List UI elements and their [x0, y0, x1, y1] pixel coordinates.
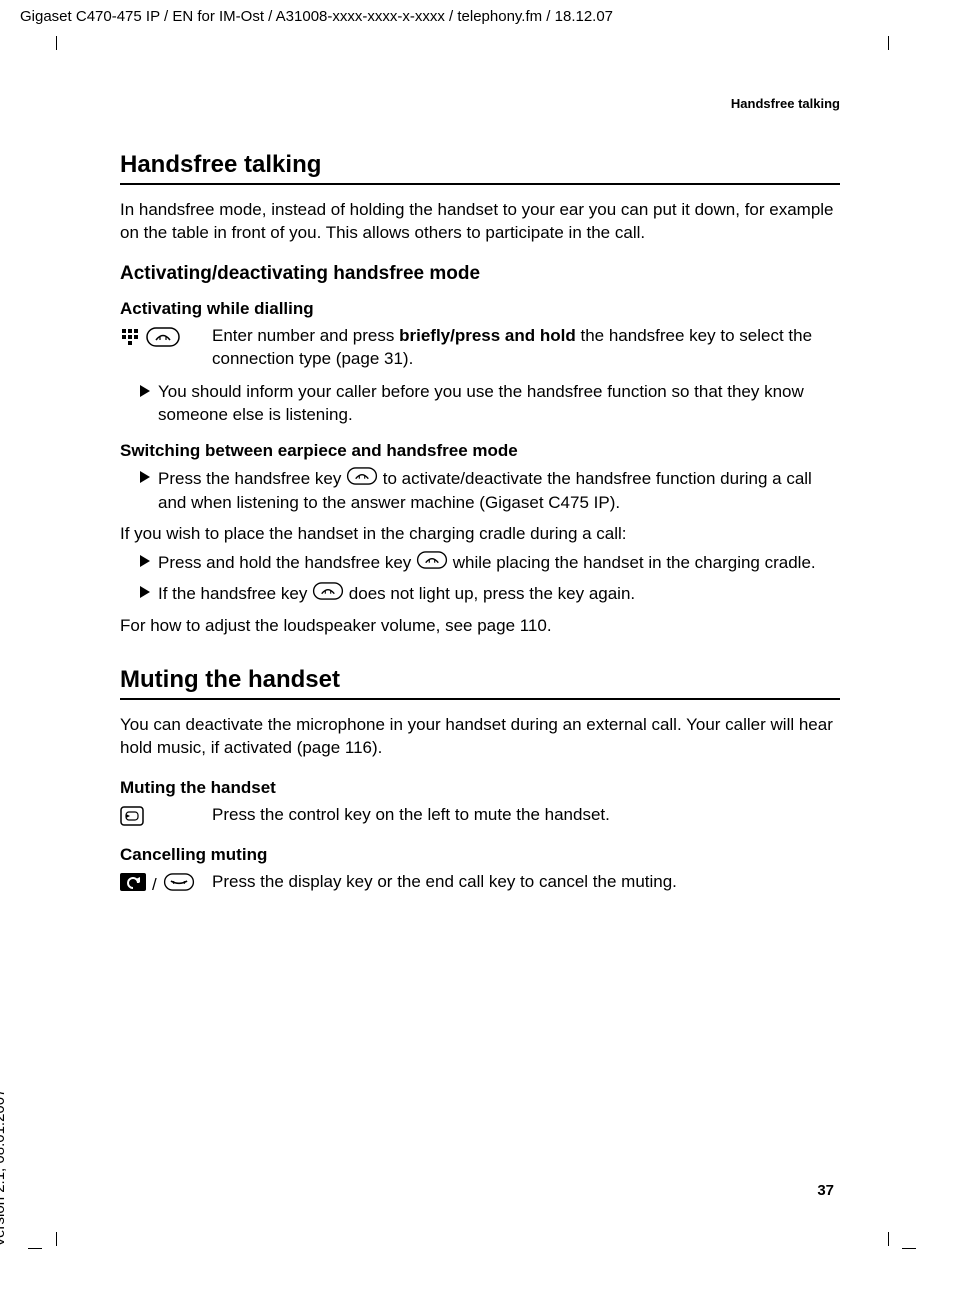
bullet-text-before: Press and hold the handsfree key [158, 553, 416, 572]
triangle-bullet-icon [140, 467, 158, 483]
intro-paragraph: In handsfree mode, instead of holding th… [120, 199, 840, 245]
crop-mark [902, 1248, 916, 1249]
handsfree-key-icon [146, 327, 180, 352]
handsfree-key-icon [346, 467, 378, 492]
step-text-bold: briefly/press and hold [399, 326, 576, 345]
crop-mark [888, 36, 889, 50]
crop-mark [56, 36, 57, 50]
heading-handsfree: Handsfree talking [120, 151, 840, 185]
triangle-bullet-icon [140, 582, 158, 598]
bullet-text: If the handsfree key does not light up, … [158, 582, 840, 607]
undo-display-key-icon [120, 873, 146, 896]
slash-separator: / [152, 875, 157, 895]
heading-muting: Muting the handset [120, 666, 840, 700]
step-cancel: / Press the display key or the end call … [120, 871, 840, 896]
handsfree-key-icon [312, 582, 344, 607]
para-volume: For how to adjust the loudspeaker volume… [120, 615, 840, 638]
bullet-inform: You should inform your caller before you… [120, 381, 840, 427]
crop-mark [56, 1232, 57, 1246]
page-number: 37 [817, 1182, 834, 1199]
bullet-text-before: Press the handsfree key [158, 469, 346, 488]
step-text-prefix: Enter number and press [212, 326, 399, 345]
heading-mute-handset: Muting the handset [120, 778, 840, 798]
version-label: Version 2.1, 08.01.2007 [0, 1089, 8, 1247]
keypad-icon [120, 327, 140, 352]
step-text: Enter number and press briefly/press and… [212, 325, 840, 371]
crop-mark [28, 1248, 42, 1249]
bullet-text-after: does not light up, press the key again. [349, 584, 635, 603]
running-head: Handsfree talking [120, 96, 840, 111]
handsfree-key-icon [416, 551, 448, 576]
bullet-light: If the handsfree key does not light up, … [120, 582, 840, 607]
triangle-bullet-icon [140, 381, 158, 397]
step-text: Press the display key or the end call ke… [212, 871, 840, 894]
bullet-text-before: If the handsfree key [158, 584, 312, 603]
end-call-key-icon [163, 873, 195, 896]
intro-muting: You can deactivate the microphone in you… [120, 714, 840, 760]
bullet-hold: Press and hold the handsfree key while p… [120, 551, 840, 576]
heading-activating: Activating/deactivating handsfree mode [120, 263, 840, 285]
bullet-text: Press and hold the handsfree key while p… [158, 551, 840, 576]
triangle-bullet-icon [140, 551, 158, 567]
heading-switching: Switching between earpiece and handsfree… [120, 441, 840, 461]
heading-activating-dialling: Activating while dialling [120, 299, 840, 319]
para-cradle: If you wish to place the handset in the … [120, 523, 840, 546]
step-enter-number: Enter number and press briefly/press and… [120, 325, 840, 371]
step-mute: Press the control key on the left to mut… [120, 804, 840, 831]
bullet-text: You should inform your caller before you… [158, 381, 840, 427]
header-path: Gigaset C470-475 IP / EN for IM-Ost / A3… [20, 8, 613, 25]
bullet-text: Press the handsfree key to activate/deac… [158, 467, 840, 515]
heading-cancel-muting: Cancelling muting [120, 845, 840, 865]
control-left-key-icon [120, 806, 144, 831]
bullet-switch: Press the handsfree key to activate/deac… [120, 467, 840, 515]
step-text: Press the control key on the left to mut… [212, 804, 840, 827]
bullet-text-after: while placing the handset in the chargin… [453, 553, 816, 572]
crop-mark [888, 1232, 889, 1246]
